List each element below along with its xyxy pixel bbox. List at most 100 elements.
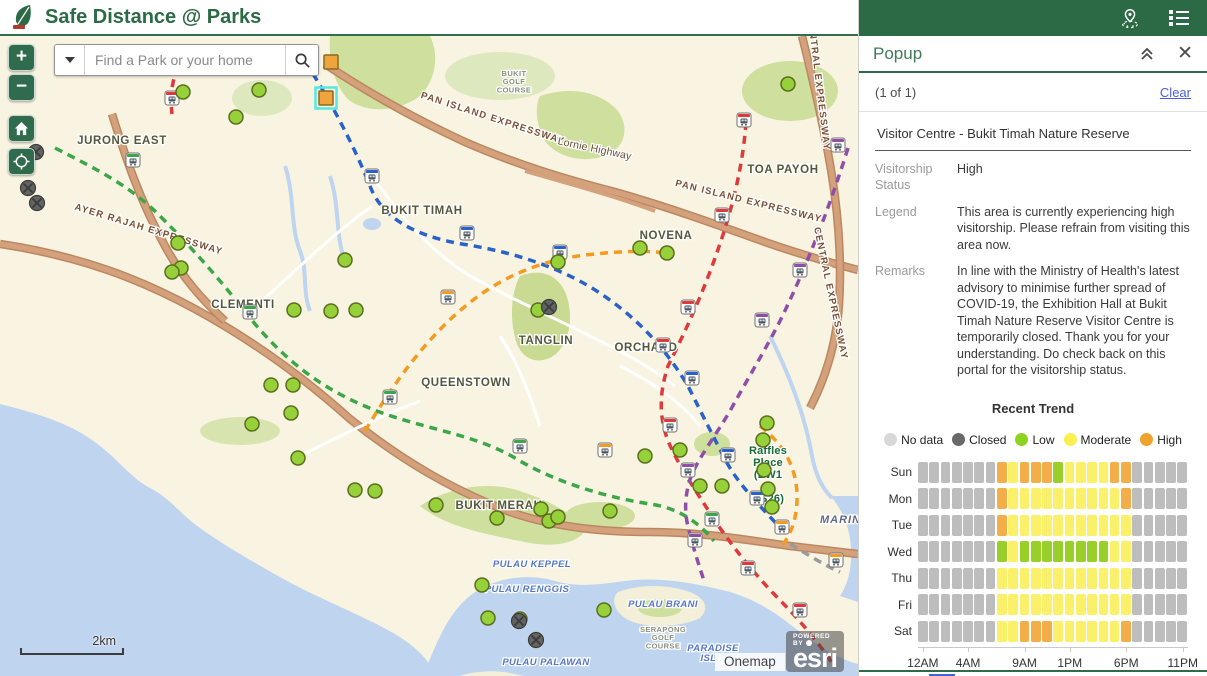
trend-cell: [1144, 594, 1154, 615]
park-marker-low[interactable]: [551, 510, 565, 524]
home-button[interactable]: [8, 115, 35, 142]
park-marker-low[interactable]: [715, 479, 729, 493]
park-marker-low[interactable]: [165, 265, 179, 279]
trend-cell: [941, 488, 951, 509]
park-marker-low[interactable]: [284, 406, 298, 420]
park-marker-low[interactable]: [338, 253, 352, 267]
trend-cell: [952, 488, 962, 509]
park-marker-low[interactable]: [490, 511, 504, 525]
trend-cell: [986, 594, 996, 615]
park-marker-low[interactable]: [633, 241, 647, 255]
park-marker-low[interactable]: [760, 416, 774, 430]
park-marker-low[interactable]: [757, 463, 771, 477]
park-marker-low[interactable]: [176, 85, 190, 99]
zoom-out-button[interactable]: −: [8, 74, 35, 101]
trend-cell: [941, 541, 951, 562]
trend-cell: [941, 462, 951, 483]
park-marker-low[interactable]: [349, 303, 363, 317]
trend-cell: [1121, 621, 1131, 642]
trend-cell: [1076, 541, 1086, 562]
search-icon: [294, 52, 311, 69]
park-marker-low[interactable]: [761, 482, 775, 496]
park-marker-low[interactable]: [368, 484, 382, 498]
trend-cell: [1087, 462, 1097, 483]
park-marker-closed[interactable]: [542, 300, 557, 315]
trend-cell: [1065, 568, 1075, 589]
park-marker-low[interactable]: [264, 378, 278, 392]
trend-cell: [918, 568, 928, 589]
axis-tick-label: 11PM: [1168, 656, 1198, 670]
park-marker-low[interactable]: [597, 603, 611, 617]
trend-cell: [1008, 594, 1018, 615]
trend-cell: [1087, 621, 1097, 642]
selected-feature-marker[interactable]: [319, 91, 333, 105]
day-label: Sat: [878, 624, 912, 638]
basemap-svg[interactable]: JURONG EASTCLEMENTIBUKIT TIMAHTOA PAYOHN…: [0, 36, 858, 676]
mrt-station-icon: [663, 418, 677, 432]
trend-row: Wed: [878, 541, 1188, 562]
park-marker-low[interactable]: [171, 236, 185, 250]
mrt-station-icon: [793, 263, 807, 277]
chevron-down-icon: [65, 57, 75, 63]
mrt-station-icon: [681, 300, 695, 314]
search-button[interactable]: [285, 45, 318, 75]
park-marker-low[interactable]: [252, 83, 266, 97]
feature-fields: Visitorship StatusHighLegendThis area is…: [859, 151, 1207, 389]
park-marker-closed[interactable]: [21, 181, 36, 196]
park-marker-low[interactable]: [348, 483, 362, 497]
park-marker-low[interactable]: [229, 110, 243, 124]
park-marker-low[interactable]: [781, 77, 795, 91]
park-marker-closed[interactable]: [512, 614, 527, 629]
zoom-in-button[interactable]: +: [8, 44, 35, 71]
clear-link[interactable]: Clear: [1160, 85, 1191, 100]
mrt-station-icon: [755, 313, 769, 327]
park-marker-low[interactable]: [481, 611, 495, 625]
park-marker-closed[interactable]: [529, 633, 544, 648]
trend-cell: [1132, 541, 1142, 562]
legend-item: Moderate: [1064, 433, 1132, 447]
park-marker-low[interactable]: [287, 303, 301, 317]
park-marker-low[interactable]: [673, 443, 687, 457]
locate-button[interactable]: [8, 148, 35, 175]
park-marker-low[interactable]: [551, 255, 565, 269]
map-label: PULAU KEPPEL: [493, 559, 571, 570]
trend-cell: [1031, 462, 1041, 483]
collapse-popup-button[interactable]: [1139, 46, 1155, 62]
park-marker-low[interactable]: [429, 498, 443, 512]
map-canvas[interactable]: JURONG EASTCLEMENTIBUKIT TIMAHTOA PAYOHN…: [0, 36, 858, 676]
legend-list-icon[interactable]: [1167, 7, 1191, 29]
trend-cell: [1042, 621, 1052, 642]
search-source-dropdown[interactable]: [55, 45, 85, 75]
mrt-station-icon: [685, 371, 699, 385]
search-input[interactable]: [85, 45, 285, 75]
close-popup-button[interactable]: ✕: [1177, 44, 1193, 63]
trend-cell: [1053, 515, 1063, 536]
park-marker-closed[interactable]: [30, 196, 45, 211]
day-label: Wed: [878, 545, 912, 559]
trend-cell: [1065, 621, 1075, 642]
park-marker-low[interactable]: [660, 246, 674, 260]
scale-label: 2km: [20, 634, 124, 648]
map-attribution: Onemap: [715, 653, 785, 671]
trend-cell: [974, 621, 984, 642]
park-marker-low[interactable]: [756, 433, 770, 447]
trend-cell: [941, 594, 951, 615]
park-marker-low[interactable]: [286, 378, 300, 392]
trend-cell: [1121, 462, 1131, 483]
locator-widget-icon[interactable]: [1119, 7, 1141, 29]
park-marker-low[interactable]: [638, 449, 652, 463]
trend-cell: [1008, 621, 1018, 642]
trend-cell: [986, 621, 996, 642]
park-marker-low[interactable]: [245, 417, 259, 431]
day-label: Sun: [878, 465, 912, 479]
park-marker-low[interactable]: [475, 578, 489, 592]
park-marker-low[interactable]: [291, 451, 305, 465]
trend-cell: [929, 515, 939, 536]
park-marker-low[interactable]: [765, 500, 779, 514]
mrt-station-icon: [705, 512, 719, 526]
park-marker-low[interactable]: [324, 304, 338, 318]
mrt-station-icon: [460, 226, 474, 240]
park-marker-low[interactable]: [603, 504, 617, 518]
park-marker-entrance[interactable]: [324, 55, 338, 69]
park-marker-low[interactable]: [693, 479, 707, 493]
